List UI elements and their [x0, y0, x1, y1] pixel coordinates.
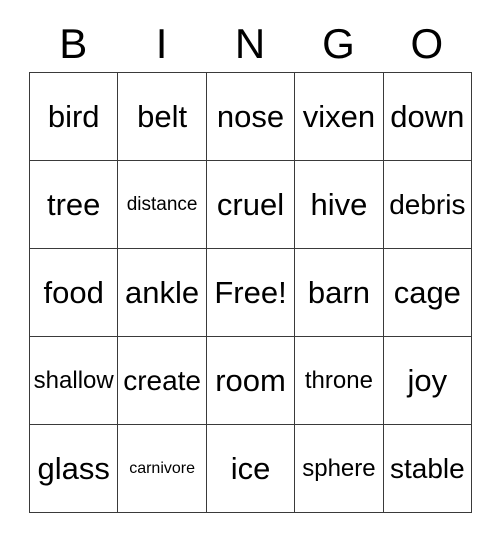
bingo-cell[interactable]: carnivore: [118, 425, 207, 513]
bingo-cell-label: belt: [137, 99, 188, 134]
bingo-cell[interactable]: food: [30, 249, 119, 337]
bingo-header-letter-n: N: [234, 19, 266, 67]
bingo-cell-label: ice: [230, 451, 271, 486]
bingo-header-letter-b: B: [59, 19, 88, 67]
bingo-row: tree distance cruel hive debris: [30, 161, 473, 249]
bingo-cell[interactable]: stable: [383, 425, 473, 513]
bingo-cell[interactable]: vixen: [295, 73, 384, 161]
bingo-cell-label: tree: [46, 187, 101, 222]
bingo-cell[interactable]: ice: [206, 425, 296, 513]
bingo-row: glass carnivore ice sphere stable: [30, 425, 473, 513]
bingo-cell[interactable]: hive: [295, 161, 384, 249]
bingo-cell-label: room: [215, 363, 286, 398]
bingo-cell-label: sphere: [302, 454, 376, 482]
bingo-card: B I N G O bird belt nose vixen down tree…: [29, 15, 473, 513]
bingo-row: bird belt nose vixen down: [30, 73, 473, 161]
bingo-free-label: Free!: [214, 275, 287, 310]
bingo-cell[interactable]: debris: [383, 161, 473, 249]
bingo-cell-label: carnivore: [129, 459, 196, 477]
bingo-cell-label: hive: [310, 187, 368, 222]
bingo-cell-label: debris: [389, 188, 466, 220]
bingo-cell[interactable]: sphere: [295, 425, 384, 513]
bingo-cell[interactable]: shallow: [30, 337, 119, 425]
bingo-cell[interactable]: joy: [383, 337, 473, 425]
bingo-cell[interactable]: cage: [383, 249, 473, 337]
bingo-header-letter-g: G: [322, 19, 355, 67]
bingo-cell-label: bird: [47, 99, 100, 134]
bingo-cell[interactable]: nose: [206, 73, 296, 161]
bingo-header-letter-i: I: [155, 19, 168, 67]
bingo-cell-label: stable: [389, 452, 465, 484]
bingo-cell[interactable]: distance: [118, 161, 207, 249]
bingo-cell-label: ankle: [125, 275, 200, 310]
bingo-cell[interactable]: glass: [30, 425, 119, 513]
bingo-cell[interactable]: barn: [295, 249, 384, 337]
bingo-cell[interactable]: create: [118, 337, 207, 425]
bingo-cell[interactable]: room: [206, 337, 296, 425]
bingo-cell-label: distance: [126, 194, 198, 215]
bingo-cell[interactable]: tree: [30, 161, 119, 249]
bingo-cell-label: cruel: [216, 187, 285, 222]
bingo-grid: bird belt nose vixen down tree distance …: [29, 72, 473, 513]
bingo-cell-label: barn: [307, 275, 370, 310]
bingo-cell-label: nose: [216, 99, 285, 134]
bingo-cell-label: joy: [407, 363, 448, 398]
bingo-cell-label: food: [43, 275, 104, 310]
bingo-cell[interactable]: belt: [118, 73, 207, 161]
bingo-free-cell[interactable]: Free!: [206, 249, 296, 337]
bingo-cell-label: throne: [304, 366, 373, 394]
bingo-cell-label: create: [123, 364, 202, 396]
bingo-cell-label: glass: [37, 451, 110, 486]
bingo-cell[interactable]: down: [383, 73, 473, 161]
bingo-header-row: B I N G O: [29, 15, 471, 72]
bingo-cell-label: cage: [393, 275, 461, 310]
bingo-row: shallow create room throne joy: [30, 337, 473, 425]
bingo-cell-label: down: [390, 99, 465, 134]
bingo-cell[interactable]: bird: [30, 73, 119, 161]
bingo-row: food ankle Free! barn cage: [30, 249, 473, 337]
bingo-header-letter-o: O: [410, 19, 444, 67]
bingo-cell[interactable]: throne: [295, 337, 384, 425]
bingo-cell[interactable]: ankle: [118, 249, 207, 337]
bingo-cell[interactable]: cruel: [206, 161, 296, 249]
bingo-cell-label: shallow: [33, 366, 114, 394]
bingo-cell-label: vixen: [302, 99, 376, 134]
